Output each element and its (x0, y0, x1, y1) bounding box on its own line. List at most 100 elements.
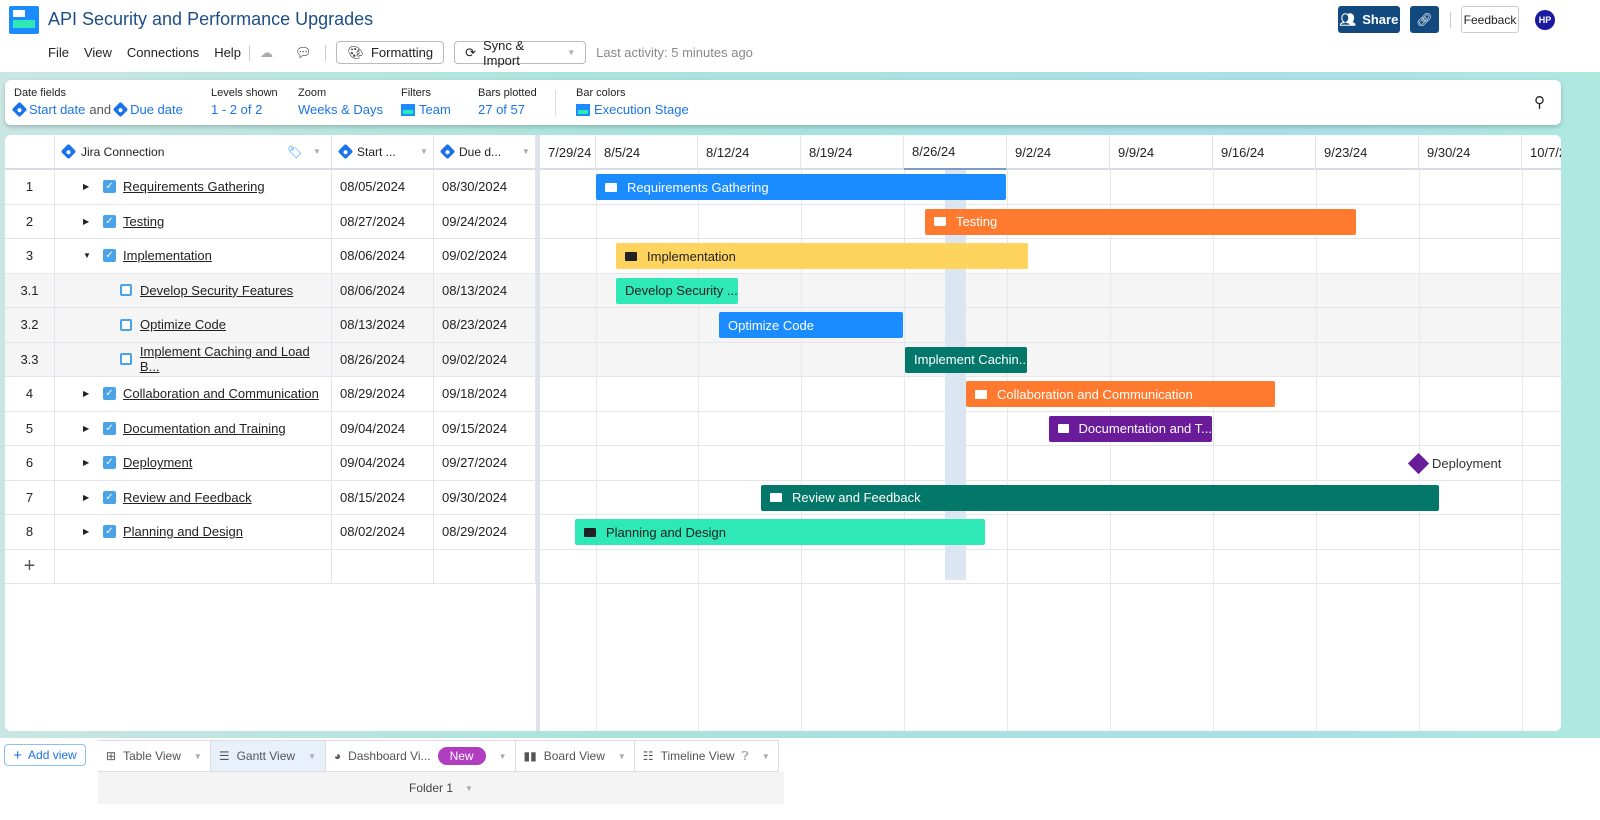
task-name[interactable]: Develop Security Features (140, 283, 293, 298)
task-name-cell[interactable]: ▶ ✓ Collaboration and Communication (55, 377, 332, 411)
start-date-cell[interactable]: 08/13/2024 (332, 308, 434, 342)
task-name[interactable]: Deployment (123, 455, 192, 470)
task-name-cell[interactable]: ▶ ✓ Requirements Gathering (55, 170, 332, 204)
pane-splitter[interactable] (536, 135, 540, 731)
tab-dashboard-view[interactable]: ◕ Dashboard Vi... New ▼ (326, 741, 516, 771)
folder-selector[interactable]: Folder 1 ▼ (98, 772, 784, 804)
table-row[interactable]: 3.2 Optimize Code 08/13/2024 08/23/2024 (5, 308, 536, 343)
avatar[interactable]: HP (1535, 10, 1555, 30)
table-row[interactable]: 4 ▶ ✓ Collaboration and Communication 08/… (5, 377, 536, 412)
start-date-cell[interactable]: 08/15/2024 (332, 480, 434, 514)
levels-control[interactable]: Levels shown 1 - 2 of 2 (211, 87, 278, 117)
start-date-cell[interactable]: 08/29/2024 (332, 377, 434, 411)
due-date-cell[interactable]: 08/13/2024 (434, 273, 536, 307)
gantt-bar[interactable]: Implementation (616, 243, 1028, 269)
menu-view[interactable]: View (84, 45, 112, 60)
due-date-cell[interactable]: 08/30/2024 (434, 170, 536, 204)
expand-toggle-icon[interactable]: ▶ (83, 182, 103, 191)
start-date-cell[interactable]: 08/05/2024 (332, 170, 434, 204)
start-date-cell[interactable]: 08/26/2024 (332, 342, 434, 376)
start-date-cell[interactable]: 09/04/2024 (332, 411, 434, 445)
table-row[interactable]: 3.1 Develop Security Features 08/06/2024… (5, 273, 536, 308)
task-name[interactable]: Planning and Design (123, 524, 243, 539)
share-button[interactable]: 👥︎ Share (1338, 6, 1400, 33)
tag-icon[interactable]: 🏷︎ (287, 145, 302, 159)
table-row[interactable]: 3.3 Implement Caching and Load B... 08/2… (5, 342, 536, 377)
gantt-bar[interactable]: Implement Cachin... (905, 346, 1027, 373)
start-date-cell[interactable]: 08/06/2024 (332, 273, 434, 307)
gantt-bar[interactable]: Optimize Code (719, 312, 903, 338)
column-header-start[interactable]: Start ... ▼ (332, 135, 434, 168)
expand-toggle-icon[interactable]: ▶ (83, 458, 103, 467)
table-row[interactable]: 6 ▶ ✓ Deployment 09/04/2024 09/27/2024 (5, 446, 536, 481)
gantt-bar[interactable]: Review and Feedback (761, 484, 1439, 511)
document-title[interactable]: API Security and Performance Upgrades (48, 9, 373, 30)
gantt-bar[interactable]: Develop Security ... (616, 277, 738, 304)
task-name[interactable]: Implement Caching and Load B... (140, 344, 331, 374)
start-date-cell[interactable]: 08/06/2024 (332, 239, 434, 273)
due-date-cell[interactable]: 09/18/2024 (434, 377, 536, 411)
add-view-button[interactable]: + Add view (4, 744, 86, 766)
cloud-icon[interactable]: ☁ (260, 45, 273, 61)
sync-import-button[interactable]: ⟳ Sync & Import ▼ (454, 38, 587, 68)
chevron-down-icon[interactable]: ▼ (313, 147, 321, 156)
tab-table-view[interactable]: ⊞ Table View ▼ (98, 741, 211, 771)
task-name-cell[interactable]: Develop Security Features (55, 273, 332, 307)
chevron-down-icon[interactable]: ▼ (420, 147, 428, 156)
app-logo[interactable] (9, 6, 39, 34)
gantt-bar[interactable]: Requirements Gathering (596, 174, 1006, 200)
tab-gantt-view[interactable]: ☰ Gantt View ▼ (210, 741, 326, 771)
add-row[interactable]: + (5, 549, 536, 584)
menu-help[interactable]: Help (214, 45, 241, 60)
gantt-bar[interactable]: Documentation and T... (1049, 415, 1212, 442)
feedback-button[interactable]: Feedback (1461, 6, 1519, 33)
task-name[interactable]: Requirements Gathering (123, 179, 265, 194)
due-date-cell[interactable]: 09/27/2024 (434, 446, 536, 480)
search-icon[interactable]: ⚲ (1534, 93, 1545, 111)
chevron-down-icon[interactable]: ▼ (499, 752, 507, 761)
gantt-bar[interactable]: Planning and Design (575, 519, 985, 545)
due-date-cell[interactable]: 09/15/2024 (434, 411, 536, 445)
due-date-cell[interactable]: 08/29/2024 (434, 515, 536, 549)
task-name[interactable]: Review and Feedback (123, 490, 252, 505)
column-header-due[interactable]: Due d... ▼ (434, 135, 536, 168)
zoom-control[interactable]: Zoom Weeks & Days (298, 87, 383, 117)
chevron-down-icon[interactable]: ▼ (308, 752, 316, 761)
bars-plotted-control[interactable]: Bars plotted 27 of 57 (478, 87, 537, 117)
due-date-cell[interactable]: 09/02/2024 (434, 239, 536, 273)
menu-connections[interactable]: Connections (127, 45, 199, 60)
task-name-cell[interactable]: ▶ ✓ Planning and Design (55, 515, 332, 549)
start-date-cell[interactable]: 08/02/2024 (332, 515, 434, 549)
formatting-button[interactable]: 🎨︎ Formatting (336, 41, 445, 64)
task-name[interactable]: Testing (123, 214, 164, 229)
task-name-cell[interactable]: Implement Caching and Load B... (55, 342, 332, 376)
menu-file[interactable]: File (48, 45, 69, 60)
comment-icon[interactable]: 💬︎ (295, 45, 312, 61)
task-name-cell[interactable]: Optimize Code (55, 308, 332, 342)
collapse-toggle-icon[interactable]: ▼ (83, 251, 103, 260)
due-date-cell[interactable]: 09/30/2024 (434, 480, 536, 514)
copy-link-button[interactable]: 🔗︎ (1410, 6, 1439, 33)
task-name-cell[interactable]: ▶ ✓ Review and Feedback (55, 480, 332, 514)
task-name-cell[interactable]: ▶ ✓ Testing (55, 204, 332, 238)
due-date-cell[interactable]: 09/24/2024 (434, 204, 536, 238)
date-fields-control[interactable]: Date fields Start date and Due date (11, 87, 183, 118)
chevron-down-icon[interactable]: ▼ (762, 752, 770, 761)
tab-board-view[interactable]: ▮▮ Board View ▼ (516, 741, 635, 771)
chevron-down-icon[interactable]: ▼ (618, 752, 626, 761)
expand-toggle-icon[interactable]: ▶ (83, 527, 103, 536)
column-header-name[interactable]: Jira Connection 🏷︎ ▼ (55, 135, 332, 168)
expand-toggle-icon[interactable]: ▶ (83, 389, 103, 398)
task-name[interactable]: Optimize Code (140, 317, 226, 332)
table-row[interactable]: 5 ▶ ✓ Documentation and Training 09/04/20… (5, 411, 536, 446)
task-name[interactable]: Collaboration and Communication (123, 386, 319, 401)
start-date-cell[interactable]: 09/04/2024 (332, 446, 434, 480)
start-date-cell[interactable]: 08/27/2024 (332, 204, 434, 238)
task-name-cell[interactable]: ▶ ✓ Documentation and Training (55, 411, 332, 445)
gantt-bar[interactable]: Testing (925, 208, 1356, 235)
task-name-cell[interactable]: ▶ ✓ Deployment (55, 446, 332, 480)
bar-colors-control[interactable]: Bar colors Execution Stage (576, 87, 689, 117)
expand-toggle-icon[interactable]: ▶ (83, 424, 103, 433)
due-date-cell[interactable]: 08/23/2024 (434, 308, 536, 342)
add-row-button[interactable]: + (5, 549, 55, 583)
